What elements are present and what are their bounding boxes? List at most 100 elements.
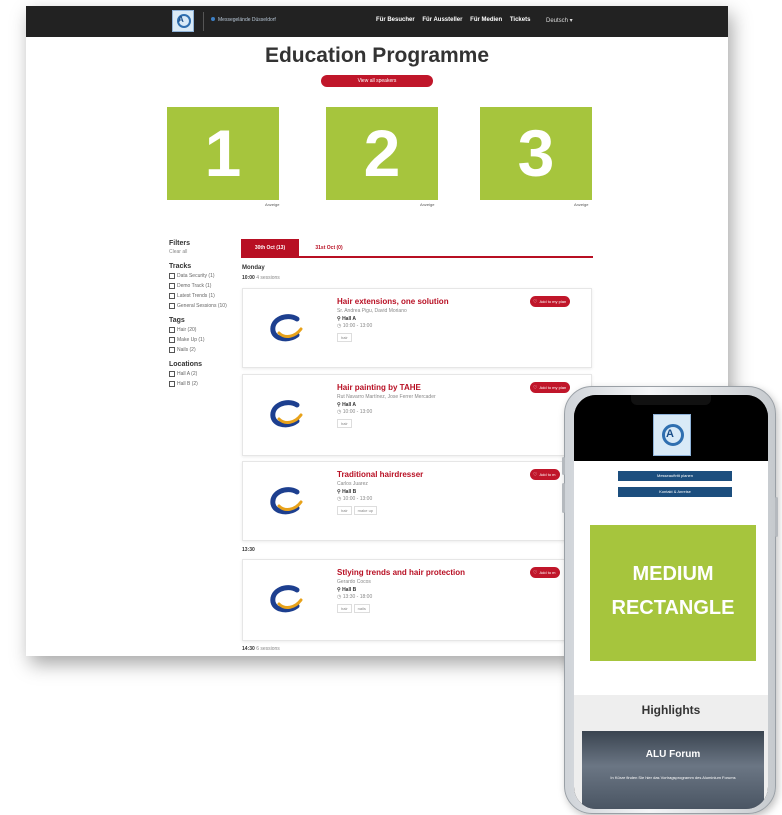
hall-text: Hall A xyxy=(342,402,357,408)
site-logo[interactable]: A xyxy=(172,10,194,32)
filter-location[interactable]: Hall A (2) xyxy=(169,371,239,377)
contact-directions-button[interactable]: Kontakt & Anreise xyxy=(618,487,732,497)
checkbox[interactable] xyxy=(169,273,175,279)
tag-chip[interactable]: hair xyxy=(337,506,352,515)
ad-banner-3[interactable]: 3 xyxy=(480,107,592,200)
medium-rectangle-ad[interactable]: MEDIUM RECTANGLE xyxy=(590,525,756,661)
checkbox[interactable] xyxy=(169,283,175,289)
nav-link-tickets[interactable]: Tickets xyxy=(510,17,531,23)
filter-label: Hall B (2) xyxy=(177,381,198,387)
logo-letter: A xyxy=(666,428,674,440)
add-to-plan-button[interactable]: ♡ Add to my plan xyxy=(530,296,571,307)
session-speakers: Gerardo Cocos xyxy=(337,579,371,585)
slot-time: 10:00 xyxy=(242,275,255,281)
nav-link-visitors[interactable]: Für Besucher xyxy=(376,17,415,23)
session-card[interactable]: Stlying trends and hair protection Gerar… xyxy=(242,559,592,641)
mobile-site-logo[interactable]: A xyxy=(653,414,691,456)
page-title: Education Programme xyxy=(264,44,490,67)
filters-panel: Filters Clear all Tracks Data Security (… xyxy=(169,240,239,391)
filter-track[interactable]: Data Security (1) xyxy=(169,273,239,279)
filter-label: Latest Trends (1) xyxy=(177,293,215,299)
tab-30th-oct[interactable]: 30th Oct (13) xyxy=(241,239,299,257)
ad-text-line1: MEDIUM xyxy=(632,563,714,585)
session-title[interactable]: Traditional hairdresser xyxy=(337,470,517,479)
ad-banner-2[interactable]: 2 xyxy=(326,107,438,200)
hall-text: Hall B xyxy=(342,489,357,495)
alu-forum-card[interactable]: ALU Forum In Kürze finden Sie hier das V… xyxy=(582,731,764,809)
checkbox[interactable] xyxy=(169,337,175,343)
add-label: Add to my plan xyxy=(539,299,567,304)
session-tags: hair nails xyxy=(337,604,517,613)
tracks-heading: Tracks xyxy=(169,263,192,270)
phone-power-button xyxy=(775,497,778,537)
checkbox[interactable] xyxy=(169,381,175,387)
locations-heading: Locations xyxy=(169,361,203,368)
language-selector[interactable]: Deutsch ▾ xyxy=(546,17,573,24)
session-info: Hair extensions, one solution Sr. Andrea… xyxy=(337,297,517,342)
filter-label: Nails (2) xyxy=(177,347,196,353)
heart-icon: ♡ xyxy=(533,299,538,305)
session-time: ◷ 10:00 - 13:00 xyxy=(337,323,517,329)
checkbox[interactable] xyxy=(169,327,175,333)
filter-label: Make Up (1) xyxy=(177,337,205,343)
tag-chip[interactable]: hair xyxy=(337,419,352,428)
filter-location[interactable]: Hall B (2) xyxy=(169,381,239,387)
time-slot: 14:30 6 sessions xyxy=(242,646,280,652)
ad-text-line2: RECTANGLE xyxy=(611,597,735,619)
plan-appearance-button[interactable]: Messeauftritt planen xyxy=(618,471,732,481)
tag-chip[interactable]: hair xyxy=(337,333,352,342)
phone-side-button xyxy=(562,457,565,475)
session-title[interactable]: Hair painting by TAHE xyxy=(337,383,517,392)
time-text: 10:00 - 13:00 xyxy=(342,409,373,415)
filter-tag[interactable]: Hair (20) xyxy=(169,327,239,333)
filter-tag[interactable]: Nails (2) xyxy=(169,347,239,353)
alu-forum-title: ALU Forum xyxy=(645,749,701,760)
organizer-logo-icon xyxy=(270,314,303,342)
session-info: Traditional hairdresser Carlos Juarez ⚲ … xyxy=(337,470,517,515)
filter-track[interactable]: Demo Track (1) xyxy=(169,283,239,289)
clear-filters-link[interactable]: Clear all xyxy=(169,249,239,255)
tab-31st-oct[interactable]: 31st Oct (0) xyxy=(303,239,355,257)
add-label: Add to m xyxy=(539,472,556,477)
session-title[interactable]: Stlying trends and hair protection xyxy=(337,568,517,577)
day-heading: Monday xyxy=(242,265,265,271)
filters-title: Filters xyxy=(169,240,191,247)
session-hall: ⚲ Hall B xyxy=(337,587,517,593)
time-text: 13:30 - 18:00 xyxy=(342,594,373,600)
nav-divider xyxy=(203,12,204,31)
filter-track[interactable]: General Sessions (10) xyxy=(169,303,239,309)
phone-notch xyxy=(631,395,711,405)
ad-banner-1[interactable]: 1 xyxy=(167,107,279,200)
nav-link-media[interactable]: Für Medien xyxy=(470,17,502,23)
date-tabs: 30th Oct (13) 31st Oct (0) xyxy=(241,239,593,258)
session-info: Stlying trends and hair protection Gerar… xyxy=(337,568,517,613)
checkbox[interactable] xyxy=(169,347,175,353)
session-time: ◷ 13:30 - 18:00 xyxy=(337,594,517,600)
tag-chip[interactable]: hair xyxy=(337,604,352,613)
organizer-logo-icon xyxy=(270,487,303,515)
time-slot: 13:30 xyxy=(242,547,255,553)
add-to-plan-button[interactable]: ♡ Add to my plan xyxy=(530,382,571,393)
checkbox[interactable] xyxy=(169,371,175,377)
tag-chip[interactable]: make up xyxy=(353,506,378,515)
nav-link-exhibitors[interactable]: Für Aussteller xyxy=(422,17,462,23)
checkbox[interactable] xyxy=(169,293,175,299)
add-to-plan-button[interactable]: ♡ Add to m xyxy=(530,567,560,578)
session-tags: hair xyxy=(337,419,517,428)
session-card[interactable]: Traditional hairdresser Carlos Juarez ⚲ … xyxy=(242,461,592,541)
tag-chip[interactable]: nails xyxy=(353,604,370,613)
heart-icon: ♡ xyxy=(533,570,538,576)
checkbox[interactable] xyxy=(169,303,175,309)
session-hall: ⚲ Hall B xyxy=(337,489,517,495)
add-to-plan-button[interactable]: ♡ Add to m xyxy=(530,469,560,480)
view-speakers-button[interactable]: View all speakers xyxy=(321,75,433,87)
location-dot-icon xyxy=(211,17,215,21)
organizer-logo-icon xyxy=(270,585,303,613)
session-hall: ⚲ Hall A xyxy=(337,402,517,408)
filter-track[interactable]: Latest Trends (1) xyxy=(169,293,239,299)
tags-heading: Tags xyxy=(169,317,185,324)
session-card[interactable]: Hair painting by TAHE Rut Navarro Martín… xyxy=(242,374,592,456)
session-title[interactable]: Hair extensions, one solution xyxy=(337,297,517,306)
filter-tag[interactable]: Make Up (1) xyxy=(169,337,239,343)
session-card[interactable]: Hair extensions, one solution Sr. Andrea… xyxy=(242,288,592,368)
